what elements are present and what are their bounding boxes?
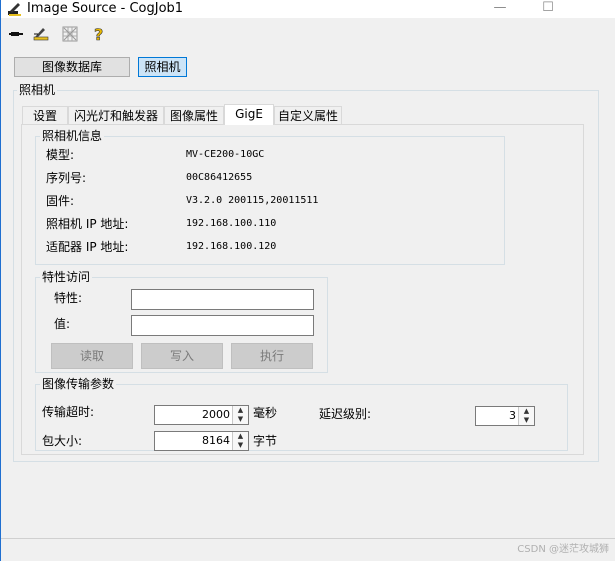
camera-ip-label: 照相机 IP 地址: <box>46 217 129 231</box>
tab-gige[interactable]: GigE <box>224 104 274 125</box>
execute-button[interactable]: 执行 <box>231 343 313 369</box>
spin-down-icon[interactable]: ▼ <box>233 441 248 450</box>
minimize-button[interactable]: — <box>485 0 515 17</box>
serial-label: 序列号: <box>46 171 87 185</box>
packet-size-spinner[interactable]: 8164 ▲ ▼ <box>154 431 249 451</box>
latency-spin-arrows[interactable]: ▲ ▼ <box>518 407 534 425</box>
camera-ip-value: 192.168.100.110 <box>184 217 302 231</box>
value-input[interactable] <box>131 315 314 336</box>
status-divider <box>1 538 615 539</box>
transfer-params-title: 图像传输参数 <box>40 377 117 391</box>
value-label: 值: <box>54 317 71 331</box>
image-database-button[interactable]: 图像数据库 <box>14 57 130 77</box>
model-value: MV-CE200-10GC <box>184 148 329 162</box>
feature-label: 特性: <box>54 291 83 305</box>
edit-icon[interactable] <box>32 25 50 43</box>
spin-down-icon[interactable]: ▼ <box>233 415 248 424</box>
timeout-spin-arrows[interactable]: ▲ ▼ <box>232 406 248 424</box>
title-bar: Image Source - CogJob1 — ☐ <box>1 0 615 18</box>
tab-settings[interactable]: 设置 <box>22 106 68 125</box>
grid-icon[interactable] <box>61 25 79 43</box>
image-source-window: Image Source - CogJob1 — ☐ ? 图像数据库 照相机 照… <box>0 0 615 561</box>
feature-input[interactable] <box>131 289 314 310</box>
window-title: Image Source - CogJob1 <box>27 1 184 16</box>
latency-value[interactable]: 3 <box>509 409 516 423</box>
write-button[interactable]: 写入 <box>141 343 223 369</box>
latency-spinner[interactable]: 3 ▲ ▼ <box>475 406 535 426</box>
maximize-button[interactable]: ☐ <box>533 0 563 17</box>
timeout-unit: 毫秒 <box>253 406 278 420</box>
packet-size-value[interactable]: 8164 <box>202 434 230 448</box>
watermark-text: CSDN @迷茫攻城狮 <box>517 544 609 555</box>
serial-value: 00C86412655 <box>184 171 279 185</box>
adapter-ip-value: 192.168.100.120 <box>184 240 302 254</box>
spin-down-icon[interactable]: ▼ <box>519 416 534 425</box>
packet-spin-arrows[interactable]: ▲ ▼ <box>232 432 248 450</box>
plug-icon[interactable] <box>8 25 26 43</box>
read-button[interactable]: 读取 <box>51 343 133 369</box>
feature-access-title: 特性访问 <box>40 270 93 284</box>
spin-up-icon[interactable]: ▲ <box>519 407 534 416</box>
svg-text:?: ? <box>94 25 103 43</box>
app-icon <box>8 3 21 16</box>
firmware-value: V3.2.0 200115,20011511 <box>184 194 485 208</box>
model-label: 模型: <box>46 148 75 162</box>
packet-size-label: 包大小: <box>42 434 83 448</box>
help-icon[interactable]: ? <box>90 25 108 43</box>
adapter-ip-label: 适配器 IP 地址: <box>46 240 129 254</box>
timeout-label: 传输超时: <box>42 405 95 419</box>
spin-up-icon[interactable]: ▲ <box>233 406 248 415</box>
tab-image-properties[interactable]: 图像属性 <box>164 106 224 125</box>
latency-label: 延迟级别: <box>319 407 372 421</box>
firmware-label: 固件: <box>46 194 75 208</box>
timeout-value[interactable]: 2000 <box>202 408 230 422</box>
spin-up-icon[interactable]: ▲ <box>233 432 248 441</box>
packet-size-unit: 字节 <box>253 434 278 448</box>
camera-group-title: 照相机 <box>17 83 58 97</box>
timeout-spinner[interactable]: 2000 ▲ ▼ <box>154 405 249 425</box>
tab-custom-properties[interactable]: 自定义属性 <box>274 106 342 125</box>
camera-info-title: 照相机信息 <box>40 129 105 143</box>
tab-strobe-trigger[interactable]: 闪光灯和触发器 <box>68 106 164 125</box>
camera-button[interactable]: 照相机 <box>138 57 187 77</box>
